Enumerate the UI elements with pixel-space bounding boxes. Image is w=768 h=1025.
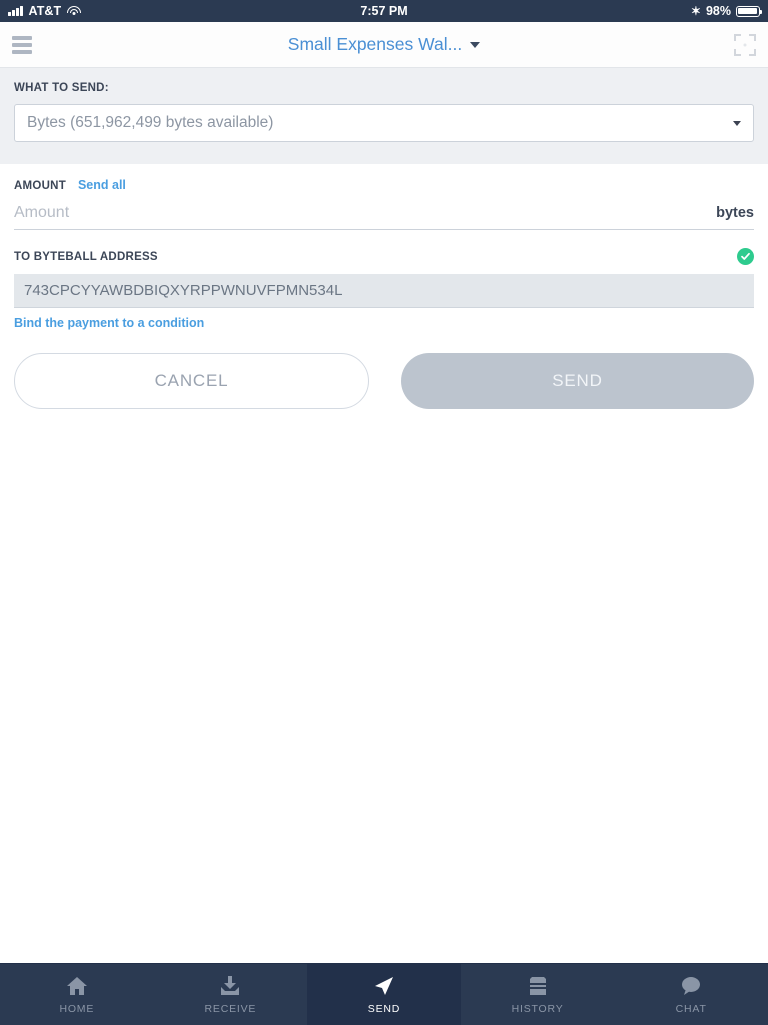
dropdown-arrow-icon <box>733 120 741 126</box>
receive-icon <box>218 975 242 997</box>
battery-icon <box>736 5 763 17</box>
amount-section: AMOUNT Send all bytes <box>0 164 768 230</box>
address-input[interactable] <box>14 274 754 308</box>
send-icon <box>372 975 396 997</box>
scan-qr-icon[interactable] <box>734 33 756 56</box>
tab-receive[interactable]: RECEIVE <box>154 964 308 1025</box>
address-label-row: TO BYTEBALL ADDRESS <box>14 248 754 265</box>
tab-home-label: HOME <box>59 1002 95 1015</box>
battery-percent-label: 98% <box>705 4 731 18</box>
bluetooth-icon: ✶ <box>690 4 701 18</box>
amount-label: AMOUNT <box>14 180 66 192</box>
address-section: TO BYTEBALL ADDRESS Bind the payment to … <box>0 230 768 332</box>
chevron-down-icon[interactable] <box>470 41 481 48</box>
home-icon <box>65 975 89 997</box>
cancel-button[interactable]: CANCEL <box>14 353 369 409</box>
app-screen: AT&T 7:57 PM ✶ 98% Small Expenses Wal...… <box>0 0 768 1025</box>
check-circle-icon <box>737 248 754 265</box>
amount-input[interactable] <box>14 204 717 222</box>
amount-input-row: bytes <box>14 204 754 230</box>
tab-chat[interactable]: CHAT <box>614 964 768 1025</box>
tab-receive-label: RECEIVE <box>204 1002 257 1015</box>
send-button[interactable]: SEND <box>401 353 754 409</box>
navigation-bar: Small Expenses Wal... <box>0 22 768 68</box>
amount-unit-label: bytes <box>716 205 754 221</box>
tab-history[interactable]: HISTORY <box>461 964 615 1025</box>
bottom-tab-bar: HOME RECEIVE SEND HISTORY CHAT <box>0 963 768 1025</box>
clock-label: 7:57 PM <box>360 4 408 18</box>
send-all-link[interactable]: Send all <box>78 178 126 192</box>
page-title[interactable]: Small Expenses Wal... <box>288 34 462 55</box>
bind-condition-link[interactable]: Bind the payment to a condition <box>14 316 204 330</box>
what-to-send-section: WHAT TO SEND: Bytes (651,962,499 bytes a… <box>0 68 768 164</box>
history-icon <box>527 975 549 997</box>
status-bar-right: ✶ 98% <box>690 4 763 18</box>
hamburger-menu-icon[interactable] <box>0 28 42 62</box>
wallet-selector: Small Expenses Wal... <box>0 34 768 55</box>
what-to-send-label: WHAT TO SEND: <box>14 82 109 94</box>
asset-select[interactable]: Bytes (651,962,499 bytes available) <box>14 104 754 142</box>
asset-select-value: Bytes (651,962,499 bytes available) <box>27 114 274 131</box>
tab-chat-label: CHAT <box>675 1002 707 1015</box>
status-bar: AT&T 7:57 PM ✶ 98% <box>0 0 768 22</box>
action-buttons: CANCEL SEND <box>0 332 768 409</box>
address-label: TO BYTEBALL ADDRESS <box>14 250 158 263</box>
chat-icon <box>679 975 703 997</box>
tab-send-label: SEND <box>367 1002 401 1015</box>
tab-send[interactable]: SEND <box>307 964 461 1025</box>
amount-label-row: AMOUNT Send all <box>14 178 754 192</box>
tab-home[interactable]: HOME <box>0 964 154 1025</box>
tab-history-label: HISTORY <box>511 1002 564 1015</box>
